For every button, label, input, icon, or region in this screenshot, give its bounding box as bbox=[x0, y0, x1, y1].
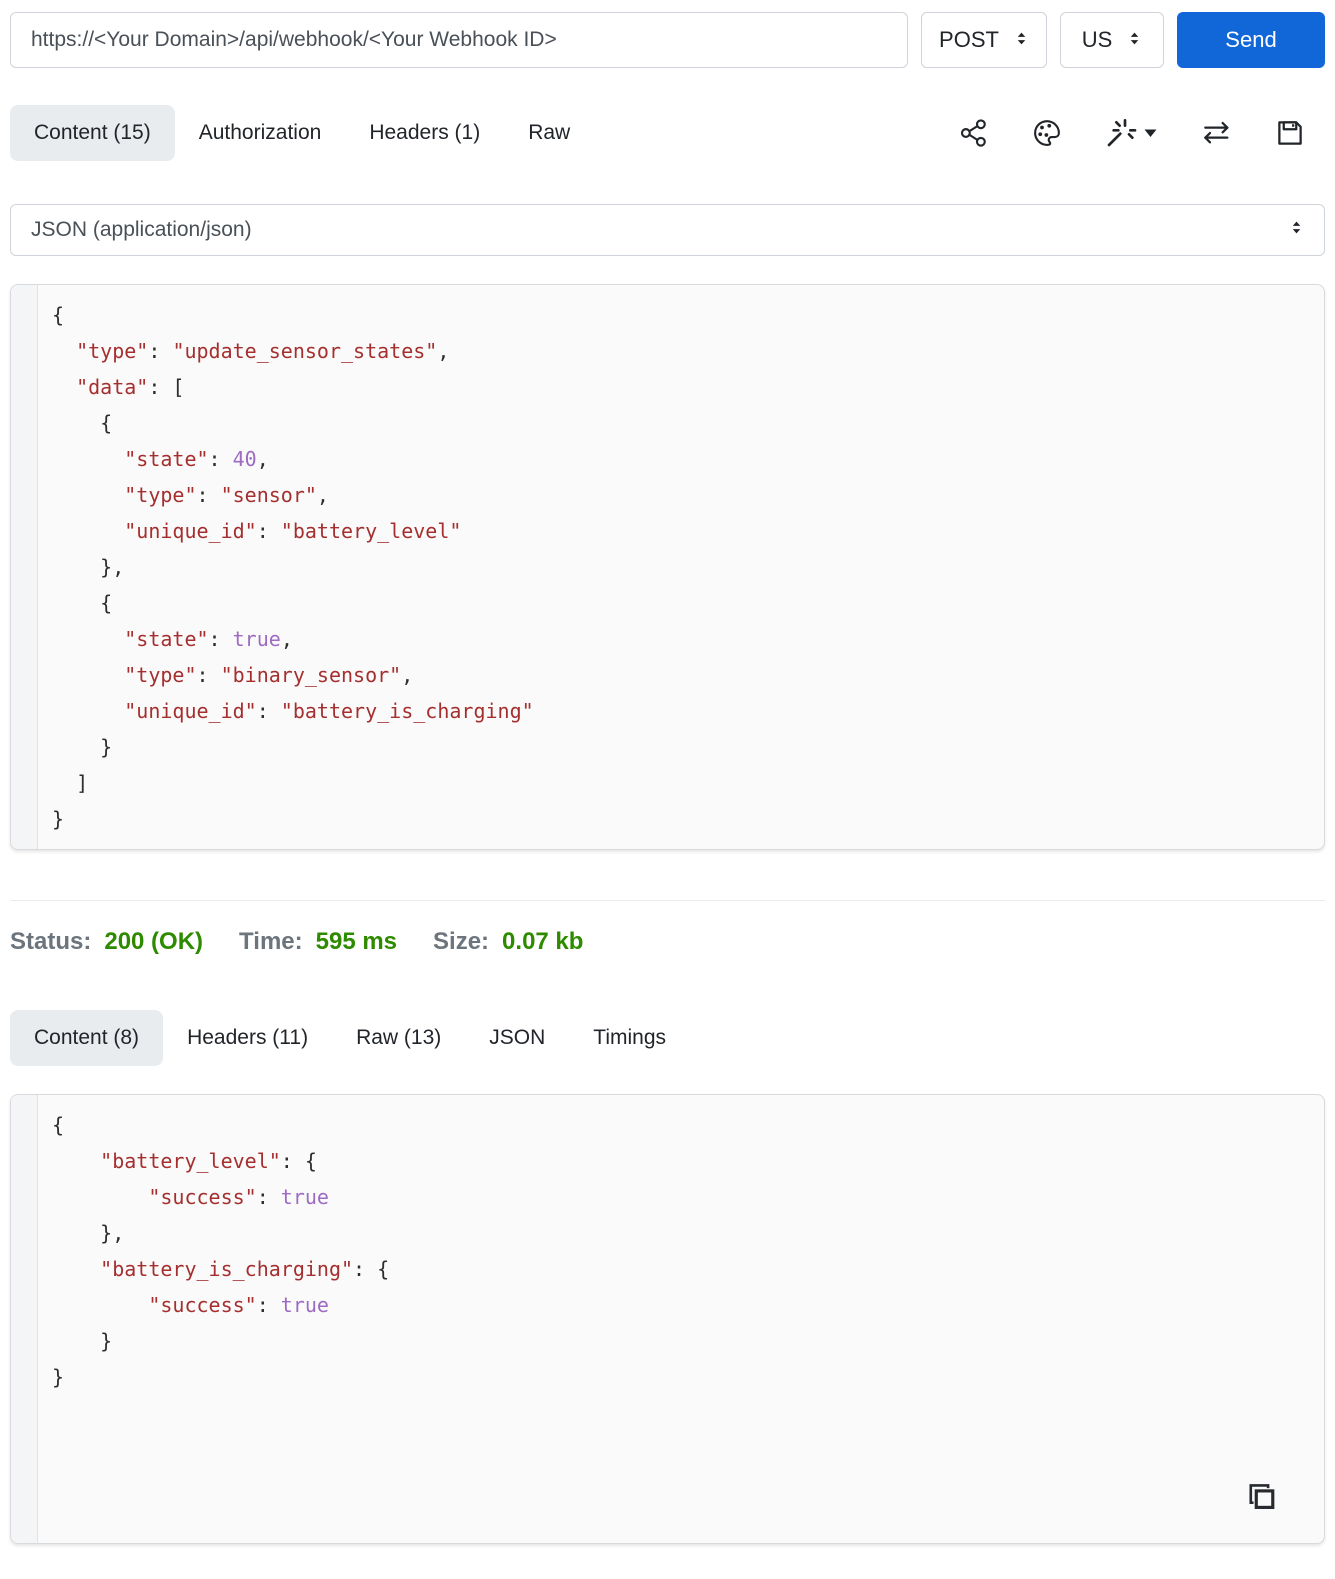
tab-response-timings[interactable]: Timings bbox=[569, 1010, 690, 1066]
tab-request-content[interactable]: Content (15) bbox=[10, 105, 175, 161]
request-body-editor: { "type": "update_sensor_states", "data"… bbox=[10, 284, 1325, 850]
status-stat: Status: 200 (OK) bbox=[10, 928, 203, 956]
content-type-value: JSON (application/json) bbox=[31, 218, 252, 241]
save-icon[interactable] bbox=[1275, 118, 1305, 148]
magic-wand-icon[interactable] bbox=[1105, 117, 1157, 149]
size-stat: Size: 0.07 kb bbox=[433, 928, 583, 956]
method-select-value: POST bbox=[939, 27, 999, 52]
tab-response-json[interactable]: JSON bbox=[465, 1010, 569, 1066]
size-label: Size: bbox=[433, 928, 490, 955]
size-value: 0.07 kb bbox=[502, 928, 584, 955]
region-select-value: US bbox=[1081, 27, 1113, 52]
request-tabs: Content (15) Authorization Headers (1) R… bbox=[10, 105, 1325, 161]
palette-icon[interactable] bbox=[1032, 118, 1062, 148]
content-type-select[interactable]: JSON (application/json) bbox=[10, 204, 1325, 256]
updown-arrow-icon bbox=[1127, 27, 1142, 53]
response-body-code: { "battery_level": { "success": true }, … bbox=[52, 1113, 390, 1389]
request-body-code[interactable]: { "type": "update_sensor_states", "data"… bbox=[38, 285, 548, 849]
send-button[interactable]: Send bbox=[1177, 12, 1325, 68]
response-tabs: Content (8) Headers (11) Raw (13) JSON T… bbox=[10, 1010, 1325, 1066]
response-status-row: Status: 200 (OK) Time: 595 ms Size: 0.07… bbox=[10, 928, 1325, 956]
editor-gutter bbox=[11, 285, 38, 849]
updown-arrow-icon bbox=[1014, 27, 1029, 53]
time-value: 595 ms bbox=[315, 928, 398, 955]
status-value: 200 (OK) bbox=[104, 928, 204, 955]
tab-request-raw[interactable]: Raw bbox=[504, 105, 594, 161]
tab-request-headers[interactable]: Headers (1) bbox=[345, 105, 504, 161]
swap-arrows-icon[interactable] bbox=[1200, 117, 1232, 149]
tab-request-authorization[interactable]: Authorization bbox=[175, 105, 346, 161]
tab-response-raw[interactable]: Raw (13) bbox=[332, 1010, 465, 1066]
tab-response-headers[interactable]: Headers (11) bbox=[163, 1010, 332, 1066]
method-select[interactable]: POST bbox=[921, 12, 1047, 68]
time-stat: Time: 595 ms bbox=[239, 928, 397, 956]
tab-response-content[interactable]: Content (8) bbox=[10, 1010, 164, 1066]
copy-icon[interactable] bbox=[1245, 1481, 1278, 1517]
region-select[interactable]: US bbox=[1060, 12, 1164, 68]
request-toolbar bbox=[959, 117, 1305, 149]
section-divider bbox=[10, 900, 1325, 901]
caret-down-icon bbox=[1144, 129, 1157, 137]
status-label: Status: bbox=[10, 928, 92, 955]
response-body-viewer: { "battery_level": { "success": true }, … bbox=[10, 1094, 1325, 1544]
updown-arrow-icon bbox=[1289, 218, 1304, 242]
share-icon[interactable] bbox=[959, 118, 989, 148]
viewer-gutter bbox=[11, 1095, 38, 1543]
time-label: Time: bbox=[239, 928, 303, 955]
request-bar: POST US Send bbox=[10, 12, 1325, 68]
url-input[interactable] bbox=[10, 12, 908, 68]
